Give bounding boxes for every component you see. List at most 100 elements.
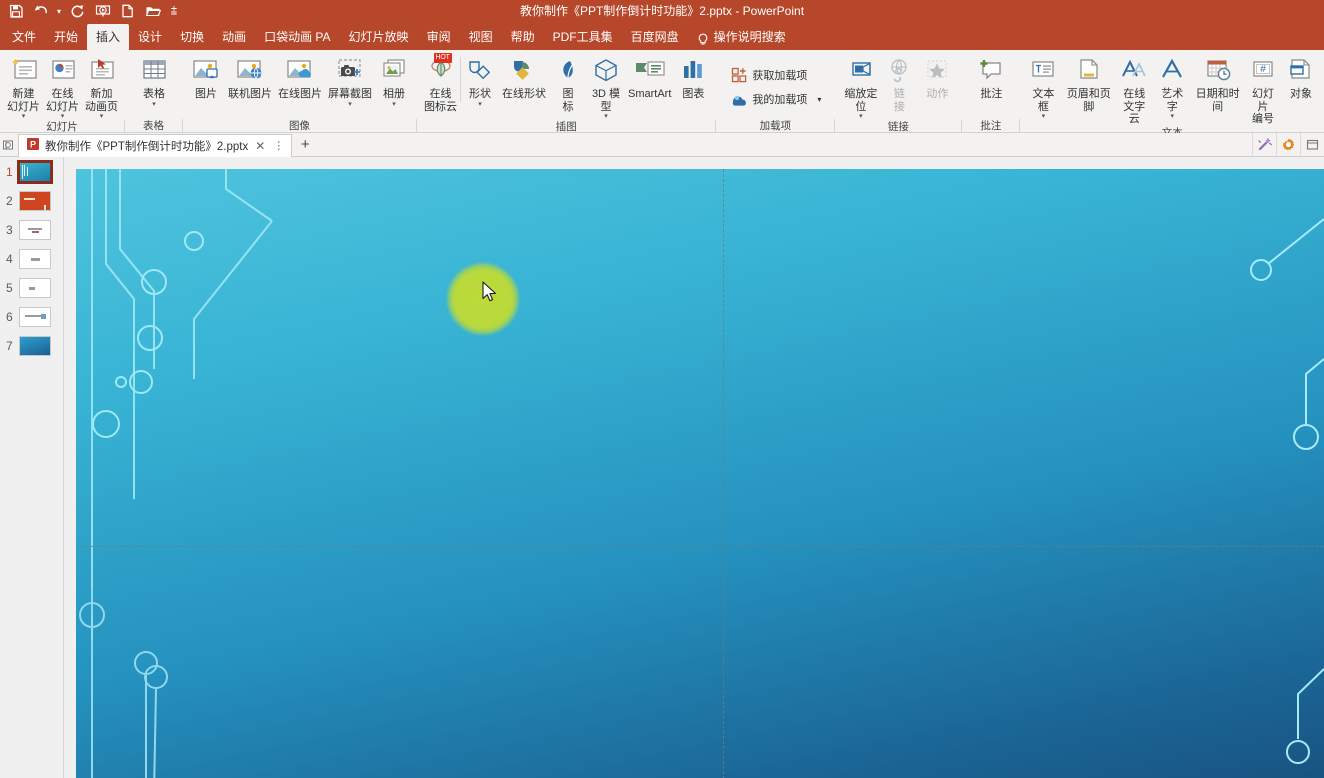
- picture-icon: [190, 55, 222, 87]
- magic-wand-icon[interactable]: [1252, 132, 1276, 157]
- photo-album-button[interactable]: 相册 ▾: [375, 53, 413, 108]
- online-wordcloud-button[interactable]: 在线 文字云: [1115, 53, 1153, 126]
- wordart-button[interactable]: 艺术字 ▾: [1153, 53, 1191, 120]
- chevron-down-icon[interactable]: ▾: [859, 113, 863, 120]
- thumbnail-item-3[interactable]: 3: [0, 215, 63, 244]
- comment-button[interactable]: 批注: [972, 53, 1010, 101]
- table-button[interactable]: 表格 ▾: [135, 53, 173, 108]
- cloud-picture-button[interactable]: 在线图片: [275, 53, 325, 101]
- ribbon-group-table: 表格 ▾ 表格: [125, 50, 183, 133]
- document-tab[interactable]: P 教你制作《PPT制作倒计时功能》2.pptx ✕ ⋮: [18, 133, 293, 157]
- undo-dropdown-icon[interactable]: ▾: [54, 1, 64, 21]
- tab-help[interactable]: 帮助: [502, 24, 544, 50]
- online-icon-cloud-button[interactable]: HOT 在线 图标云: [421, 53, 460, 113]
- smartart-label: SmartArt: [628, 88, 672, 100]
- tab-slideshow[interactable]: 幻灯片放映: [340, 24, 418, 50]
- chevron-down-icon[interactable]: ▾: [61, 113, 65, 120]
- ribbon-group-addins: 获取加载项 我的加载项 ▾ 加载项: [716, 50, 836, 133]
- tab-home[interactable]: 开始: [45, 24, 87, 50]
- redo-icon[interactable]: [66, 1, 89, 21]
- thumbnail-preview[interactable]: [19, 306, 51, 327]
- undo-icon[interactable]: [29, 1, 52, 21]
- open-folder-icon[interactable]: [141, 1, 164, 21]
- picture-label: 图片: [195, 88, 217, 100]
- tab-review[interactable]: 审阅: [418, 24, 460, 50]
- tab-transitions[interactable]: 切换: [171, 24, 213, 50]
- new-slide-button[interactable]: 新建 幻灯片 ▾: [4, 53, 43, 120]
- tab-pdf-tools[interactable]: PDF工具集: [544, 24, 622, 50]
- tab-baidu-netdisk[interactable]: 百度网盘: [622, 24, 688, 50]
- date-time-button[interactable]: 日期和时间: [1191, 53, 1244, 113]
- chevron-down-icon[interactable]: ▾: [152, 101, 156, 108]
- chart-button[interactable]: 图表: [674, 53, 712, 101]
- thumbnail-item-2[interactable]: 2: [0, 186, 63, 215]
- close-icon[interactable]: ✕: [253, 139, 267, 153]
- tell-me-search[interactable]: 操作说明搜索: [688, 24, 795, 50]
- thumbnail-item-7[interactable]: 7: [0, 331, 63, 360]
- save-icon[interactable]: [4, 1, 27, 21]
- zoom-label: 缩放定 位: [844, 88, 878, 113]
- slide-thumbnail-pane[interactable]: 1 2 3 4 5 6 7: [0, 157, 64, 778]
- new-slide-icon: [9, 55, 39, 87]
- new-tab-button[interactable]: +: [292, 133, 318, 157]
- get-addins-button[interactable]: 获取加载项: [726, 63, 811, 87]
- thumbnail-preview[interactable]: [19, 219, 51, 240]
- slide-number-label: 幻灯片 编号: [1251, 88, 1274, 125]
- smartart-button[interactable]: SmartArt: [625, 53, 674, 101]
- wordart-icon: [1159, 55, 1185, 87]
- link-icon: [884, 55, 914, 87]
- chevron-down-icon[interactable]: ▾: [478, 101, 482, 108]
- tab-animations[interactable]: 动画: [213, 24, 255, 50]
- gear-icon[interactable]: [1276, 132, 1300, 157]
- chevron-down-icon[interactable]: ▾: [100, 113, 104, 120]
- tab-insert[interactable]: 插入: [87, 24, 130, 50]
- tab-file[interactable]: 文件: [3, 24, 45, 50]
- shapes-button[interactable]: 形状 ▾: [461, 53, 499, 108]
- chevron-down-icon[interactable]: ▾: [392, 101, 396, 108]
- object-button[interactable]: 对象: [1282, 53, 1320, 101]
- chevron-down-icon[interactable]: ▾: [22, 113, 26, 120]
- add-animation-page-label: 新加 动画页: [85, 88, 118, 113]
- chevron-down-icon[interactable]: ▾: [1042, 113, 1046, 120]
- thumbnail-item-5[interactable]: 5: [0, 273, 63, 302]
- thumbnail-preview[interactable]: [19, 248, 51, 269]
- tab-menu-icon[interactable]: ⋮: [272, 139, 286, 152]
- thumbnail-item-6[interactable]: 6: [0, 302, 63, 331]
- restore-window-icon[interactable]: [0, 133, 18, 157]
- window-icon[interactable]: [1300, 132, 1324, 157]
- chevron-down-icon[interactable]: ▾: [1170, 113, 1174, 120]
- window-title: 教你制作《PPT制作倒计时功能》2.pptx - PowerPoint: [519, 4, 805, 18]
- picture-button[interactable]: 图片: [187, 53, 225, 101]
- header-footer-button[interactable]: 页眉和页脚: [1062, 53, 1115, 113]
- tab-pocket-animation[interactable]: 口袋动画 PA: [255, 24, 339, 50]
- online-picture-button[interactable]: 联机图片: [225, 53, 275, 101]
- chevron-down-icon[interactable]: ▾: [604, 113, 608, 120]
- tab-view[interactable]: 视图: [460, 24, 502, 50]
- thumbnail-preview[interactable]: [19, 335, 51, 356]
- zoom-button[interactable]: 缩放定 位 ▾: [841, 53, 880, 120]
- add-animation-page-button[interactable]: 新加 动画页 ▾: [82, 53, 121, 120]
- ribbon-group-slides-label: 幻灯片: [0, 120, 125, 134]
- chevron-down-icon[interactable]: ▾: [348, 101, 352, 108]
- customize-qat-icon[interactable]: ⩲: [166, 1, 182, 21]
- screenshot-button[interactable]: 屏幕截图 ▾: [325, 53, 375, 108]
- online-slide-button[interactable]: 在线 幻灯片 ▾: [43, 53, 82, 120]
- slide-number-button[interactable]: # 幻灯片 编号: [1244, 53, 1282, 126]
- photo-album-label: 相册: [383, 88, 405, 100]
- thumbnail-preview[interactable]: [19, 190, 51, 211]
- 3d-model-button[interactable]: 3D 模 型 ▾: [587, 53, 625, 120]
- thumbnail-preview[interactable]: [17, 159, 53, 184]
- slide-canvas[interactable]: [76, 169, 1324, 778]
- tab-design[interactable]: 设计: [129, 24, 171, 50]
- start-slideshow-icon[interactable]: [91, 1, 114, 21]
- thumbnail-item-1[interactable]: 1: [0, 157, 63, 186]
- thumbnail-preview[interactable]: [19, 277, 51, 298]
- online-shapes-button[interactable]: 在线形状: [499, 53, 549, 101]
- new-document-icon[interactable]: [116, 1, 139, 21]
- slide-stage[interactable]: [64, 157, 1324, 778]
- chevron-down-icon[interactable]: ▾: [817, 95, 821, 104]
- thumbnail-item-4[interactable]: 4: [0, 244, 63, 273]
- my-addins-button[interactable]: 我的加载项 ▾: [726, 87, 825, 111]
- icons-button[interactable]: 图 标: [549, 53, 587, 113]
- textbox-button[interactable]: 文本框 ▾: [1024, 53, 1062, 120]
